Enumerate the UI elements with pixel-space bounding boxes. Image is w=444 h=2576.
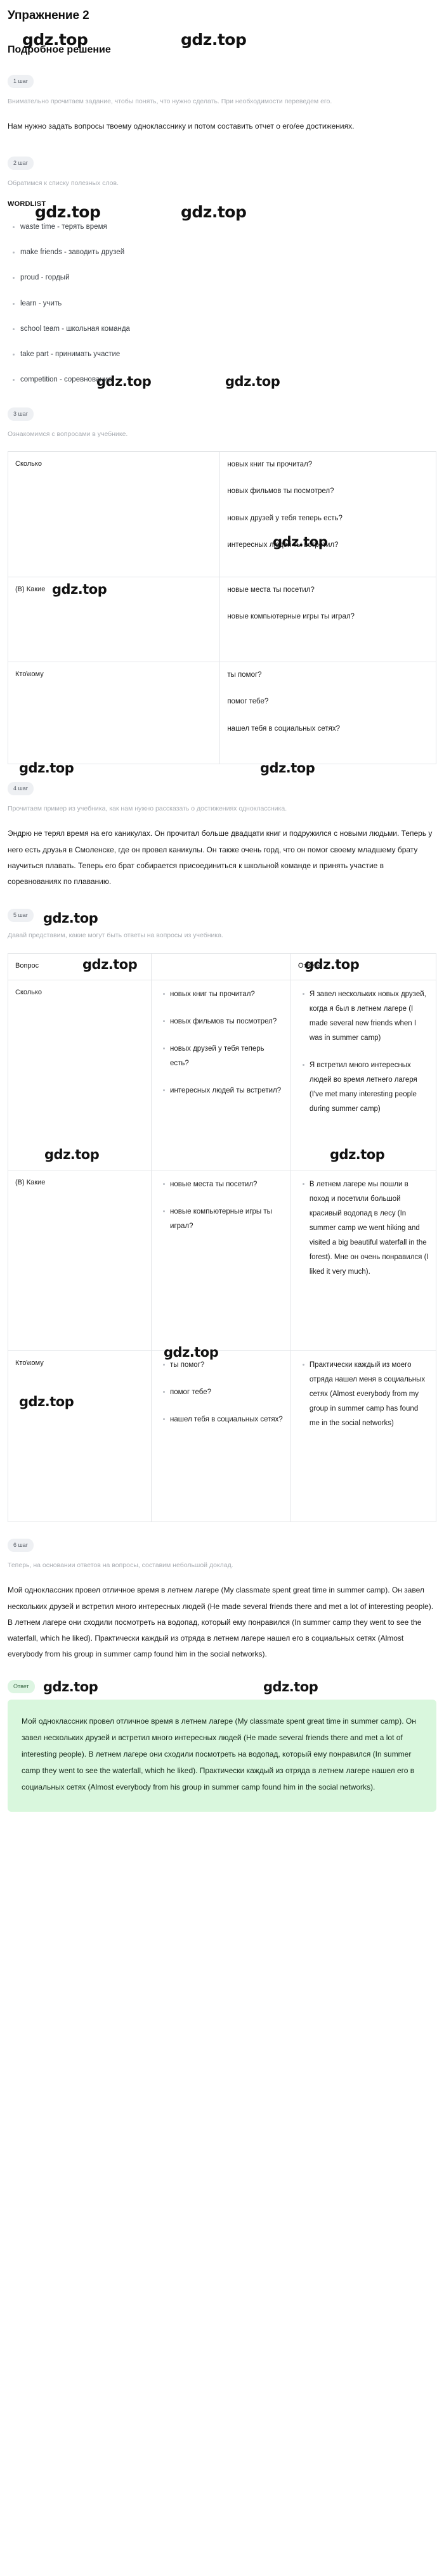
answer-list: В летнем лагере мы пошли в поход и посет… [298,1177,429,1279]
table-row: Кто\кому ты помог? помог тебе? нашел теб… [7,662,436,765]
list-item: competition - соревнование [13,375,436,385]
table-row: Кто\кому ты помог? помог тебе? нашел теб… [7,1350,437,1523]
list-item: новые компьютерные игры ты играл? [227,613,355,621]
step-2-note: Обратимся к списку полезных слов. [8,179,119,187]
question-category: Сколько [15,989,42,997]
column-header-question: Вопрос [15,961,39,970]
step-6-note: Теперь, на основании ответов на вопросы,… [8,1561,233,1570]
list-item: новых фильмов ты посмотрел? [163,1015,284,1029]
answer-box: Мой одноклассник провел отличное время в… [8,1700,436,1812]
list-item: нашел тебя в социальных сетях? [163,1413,284,1427]
step-badge-4: 4 шаг [8,782,34,796]
list-item: Я встретил много интересных людей во вре… [302,1058,429,1117]
list-item: новые места ты посетил? [227,586,315,594]
question-list: новые места ты посетил? новые компьютерн… [159,1177,284,1234]
list-item: Я завел нескольких новых друзей, когда я… [302,987,429,1046]
list-item: take part - принимать участие [13,349,436,360]
step-1-note: Внимательно прочитаем задание, чтобы пон… [8,98,332,105]
question-list: новые места ты посетил? новые компьютерн… [227,584,429,623]
step-badge-6: 6 шаг [8,1539,34,1553]
question-list: новых книг ты прочитал? новых фильмов ты… [159,987,284,1098]
step-1-body: Нам нужно задать вопросы твоему одноклас… [8,122,355,131]
question-category: Кто\кому [15,670,44,679]
step-2: 2 шаг Обратимся к списку полезных слов. … [8,156,436,386]
step-5: 5 шаг Давай представим, какие могут быть… [7,909,437,1523]
step-badge-1: 1 шаг [8,75,34,88]
list-item: нашел тебя в социальных сетях? [227,724,341,733]
step-4-note: Прочитаем пример из учебника, как нам ну… [8,805,287,813]
list-item: новых книг ты прочитал? [163,987,284,1002]
list-item: помог тебе? [227,698,269,706]
step-badge-5: 5 шаг [8,909,34,923]
answer-badge: Ответ [8,1680,35,1694]
table-header-row: Вопрос Ответы [7,952,437,981]
list-item: learn - учить [13,298,436,309]
table-row: Сколько новых книг ты прочитал? новых фи… [7,980,437,1171]
step-3-note: Ознакомимся с вопросами в учебнике. [8,430,128,438]
table-row: Сколько новых книг ты прочитал? новых фи… [7,451,436,578]
wordlist-title: WORDLIST [8,200,46,208]
table-row: (В) Какие новые места ты посетил? новые … [7,1170,437,1352]
list-item: новые места ты посетил? [163,1177,284,1192]
question-category: (В) Какие [15,1179,46,1187]
list-item: новых фильмов ты посмотрел? [227,487,334,496]
list-item: В летнем лагере мы пошли в поход и посет… [302,1177,429,1279]
answer-list: Практически каждый из моего отряда нашел… [298,1358,429,1431]
list-item: ты помог? [163,1358,284,1373]
list-item: Практически каждый из моего отряда нашел… [302,1358,429,1431]
step-1: 1 шаг Внимательно прочитаем задание, что… [8,75,436,135]
list-item: интересных людей ты встретил? [163,1084,284,1098]
step-5-note: Давай представим, какие могут быть ответ… [8,932,223,940]
wordlist: waste time - терять время make friends -… [8,222,436,386]
answer-list: Я завел нескольких новых друзей, когда я… [298,987,429,1117]
question-list: ты помог? помог тебе? нашел тебя в социа… [159,1358,284,1427]
question-list: новых книг ты прочитал? новых фильмов ты… [227,459,429,551]
page-title: Упражнение 2 [8,9,89,22]
list-item: новых книг ты прочитал? [227,461,313,469]
list-item: помог тебе? [163,1385,284,1400]
step-badge-2: 2 шаг [8,156,34,170]
answer-section: Ответ Мой одноклассник провел отличное в… [8,1676,436,1812]
list-item: school team - школьная команда [13,324,436,335]
solution-title: Подробное решение [8,44,111,55]
step-6: 6 шаг Теперь, на основании ответов на во… [8,1539,436,1662]
list-item: ты помог? [227,671,262,679]
list-item: waste time - терять время [13,222,436,233]
column-header-answers: Ответы [297,961,322,970]
table-row: (В) Какие новые места ты посетил? новые … [7,577,436,663]
list-item: новых друзей у тебя теперь есть? [163,1042,284,1071]
question-list: ты помог? помог тебе? нашел тебя в социа… [227,669,429,734]
step-6-body: Мой одноклассник провел отличное время в… [8,1586,434,1659]
step-4: 4 шаг Прочитаем пример из учебника, как … [8,782,436,890]
solution-page: gdz.top gdz.top gdz.top gdz.top gdz.top … [0,0,444,1827]
question-category: Сколько [15,460,42,468]
list-item: новых друзей у тебя теперь есть? [227,514,343,522]
list-item: proud - гордый [13,272,436,283]
list-item: интересных людей ты встретил? [227,541,339,549]
list-item: новые компьютерные игры ты играл? [163,1205,284,1234]
list-item: make friends - заводить друзей [13,247,436,258]
answer-text: Мой одноклассник провел отличное время в… [22,1717,416,1791]
question-category: (В) Какие [15,586,46,594]
step-3: 3 шаг Ознакомимся с вопросами в учебнике… [7,407,436,765]
step-badge-3: 3 шаг [8,407,34,421]
question-category: Кто\кому [15,1359,44,1368]
step-4-body: Эндрю не терял время на его каникулах. О… [8,829,433,886]
answers-table: Вопрос Ответы Сколько новых книг ты проч… [7,952,437,1523]
questions-table: Сколько новых книг ты прочитал? новых фи… [7,451,436,765]
